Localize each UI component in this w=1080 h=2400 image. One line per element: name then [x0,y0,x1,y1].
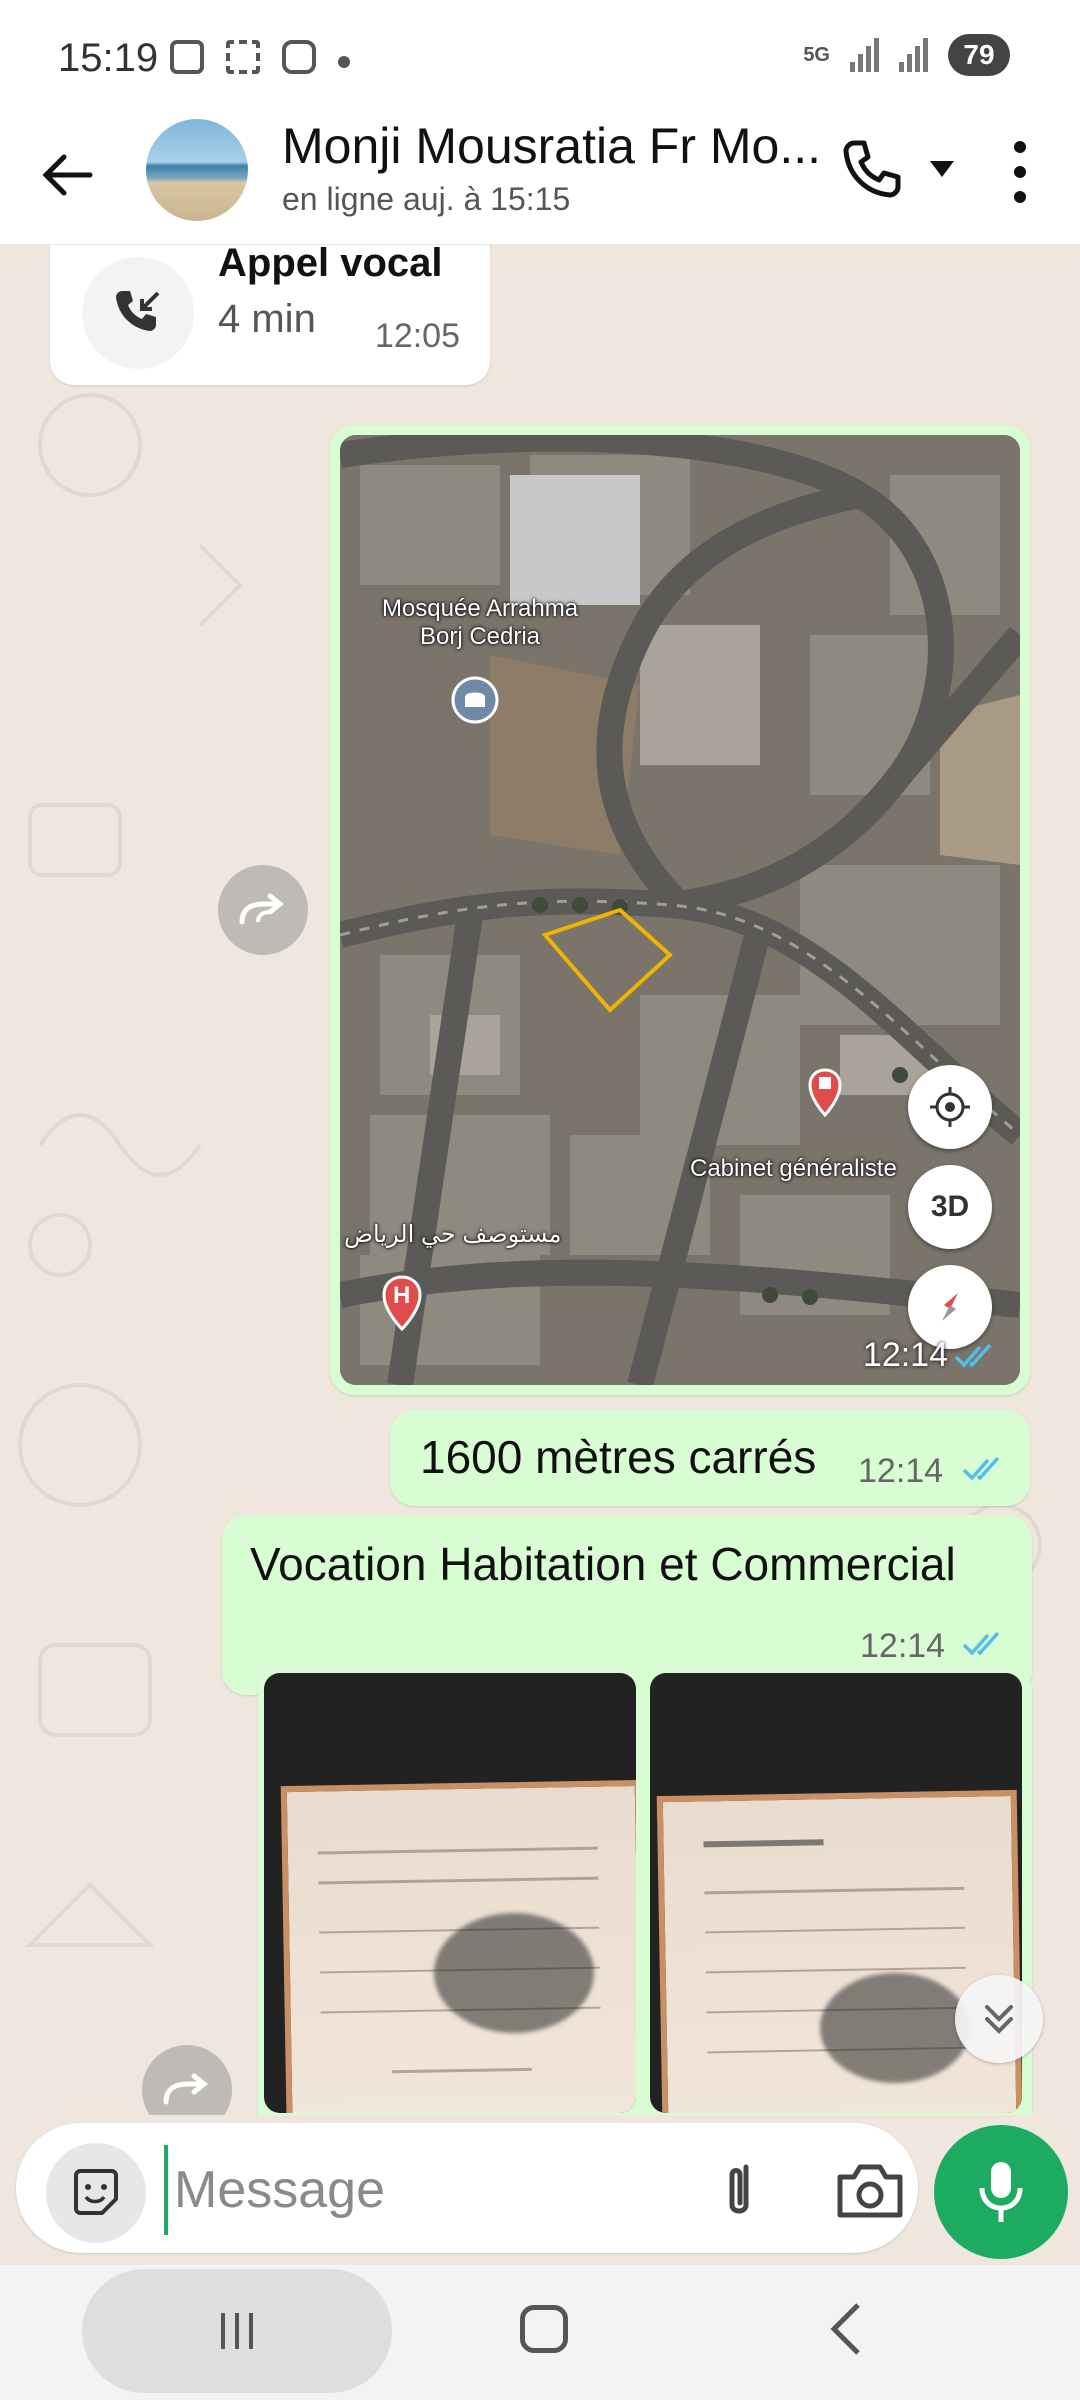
forward-icon [239,893,285,925]
contact-status: en ligne auj. à 15:15 [282,181,571,217]
back-nav-icon[interactable] [826,2301,866,2357]
read-ticks-icon [962,1631,1000,1656]
message-time: 12:14 [860,1627,946,1665]
message-composer [0,2115,1080,2265]
call-title: Appel vocal [218,245,443,285]
chat-area[interactable]: Appel vocal 4 min 12:05 H Mosquée Arrahm… [0,245,1080,2115]
home-button[interactable] [520,2305,568,2353]
message-time: 12:14 [858,1452,944,1490]
back-arrow-icon[interactable] [38,145,98,205]
more-options-icon[interactable] [1000,137,1040,207]
satellite-map-image[interactable]: H Mosquée Arrahma Borj Cedria Cabinet gé… [340,435,1020,1385]
scroll-to-bottom-button[interactable] [955,1975,1043,2063]
text-message[interactable]: 1600 mètres carrés 12:14 [390,1410,1030,1506]
forward-icon [163,2073,209,2105]
message-text: Vocation Habitation et Commercial [250,1538,956,1590]
paperclip-icon[interactable] [704,2155,774,2225]
crosshair-icon [930,1087,970,1127]
message-text: 1600 mètres carrés [420,1431,817,1483]
status-bar: 15:19 5G 79 [0,0,1080,115]
more-notifications-dot-icon [338,56,350,68]
voice-message-button[interactable] [934,2125,1068,2259]
avatar[interactable] [146,119,248,221]
sync-icon [226,40,260,74]
read-ticks-icon [954,1343,992,1368]
microphone-icon [979,2162,1023,2222]
sticker-icon [74,2169,118,2215]
svg-text:H: H [393,1282,410,1309]
my-location-button[interactable] [908,1065,992,1149]
read-ticks-icon [962,1456,1000,1481]
status-time: 15:19 [58,36,159,80]
missed-call-icon [82,257,194,369]
screenshot-icon [170,40,204,74]
phone-call-icon[interactable] [840,137,904,201]
signal-2-icon [899,38,928,72]
system-navigation-bar [0,2265,1080,2400]
map-label-hospital: مستوصف حي الرياض [344,1221,562,1248]
notification-icons [170,40,350,74]
recent-apps-icon [221,2313,253,2349]
map-image-message[interactable]: H Mosquée Arrahma Borj Cedria Cabinet gé… [330,425,1030,1395]
photos-album-message[interactable] [258,1665,1032,2115]
document-photo[interactable] [264,1673,636,2113]
3d-view-button[interactable]: 3D [908,1165,992,1249]
network-type: 5G [803,44,830,66]
recent-apps-button[interactable] [82,2269,392,2393]
compass-icon [942,1293,958,1321]
signal-icon [850,38,879,72]
contact-name[interactable]: Monji Mousratia Fr Mo... [282,117,842,175]
camera-icon[interactable] [832,2155,908,2225]
message-input-container [16,2123,918,2253]
message-input[interactable] [164,2145,664,2235]
chevron-down-icon[interactable] [928,159,956,179]
system-status-icons: 5G 79 [803,34,1010,76]
forward-button[interactable] [218,865,308,955]
map-label-cabinet: Cabinet généraliste [690,1155,897,1182]
instagram-icon [282,40,316,74]
battery-level: 79 [948,34,1010,76]
message-time: 12:05 [374,317,460,355]
map-label-mosque: Mosquée Arrahma Borj Cedria [381,595,579,650]
message-time: 12:14 [862,1336,948,1374]
sticker-button[interactable] [46,2143,146,2243]
call-duration: 4 min [218,297,316,341]
double-chevron-down-icon [985,2005,1013,2034]
chat-header: Monji Mousratia Fr Mo... en ligne auj. à… [0,115,1080,245]
voice-call-message[interactable]: Appel vocal 4 min 12:05 [50,245,490,385]
